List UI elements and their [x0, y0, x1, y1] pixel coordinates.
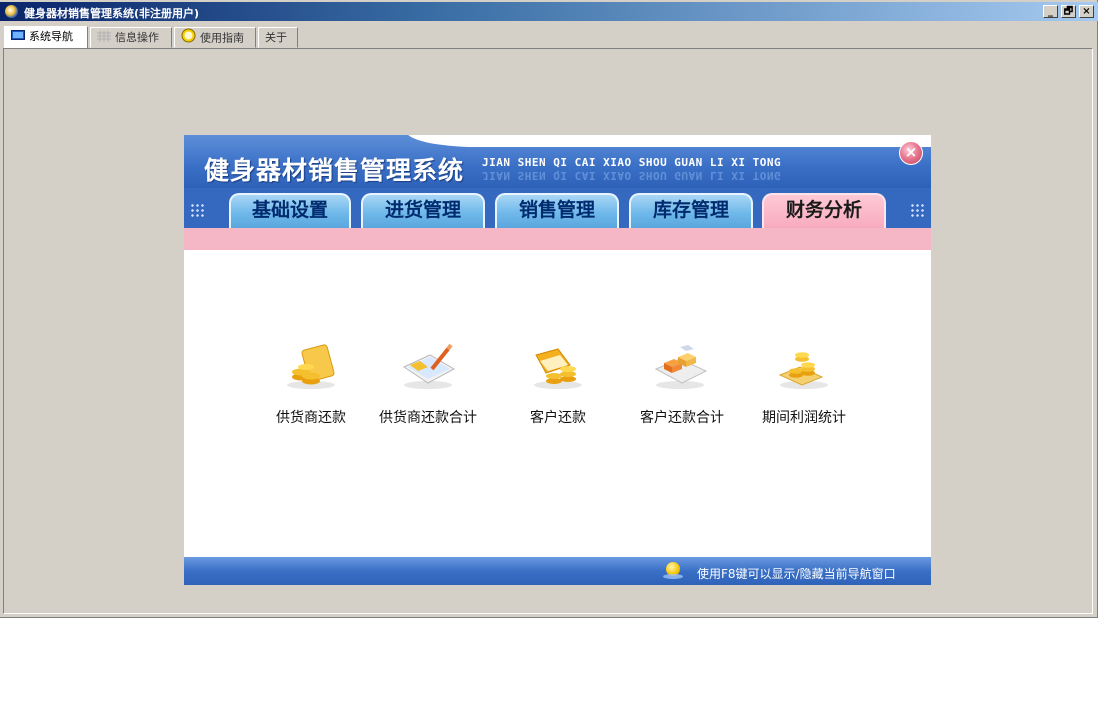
grip-dots-icon	[910, 203, 924, 217]
tab-about[interactable]: 关于	[258, 27, 298, 48]
tab-user-guide[interactable]: 使用指南	[174, 27, 256, 48]
nav-tab-inventory[interactable]: 库存管理	[629, 193, 753, 228]
boxes-icon	[650, 341, 710, 391]
restore-button[interactable]: 🗗	[1061, 5, 1076, 18]
tab-label: 使用指南	[200, 31, 244, 45]
item-label: 客户还款	[530, 410, 586, 426]
item-supplier-repayment[interactable]: 供货商还款	[251, 341, 371, 431]
tab-label: 信息操作	[115, 31, 159, 44]
nav-tab-sales[interactable]: 销售管理	[495, 193, 619, 228]
item-customer-repayment[interactable]: 客户还款	[498, 341, 618, 431]
coins-pile-icon	[774, 341, 834, 391]
clock-icon	[181, 28, 196, 49]
nav-tab-finance[interactable]: 财务分析	[762, 193, 886, 231]
system-title: 健身器材销售管理系统	[204, 156, 465, 185]
tab-system-nav[interactable]: 系统导航	[4, 26, 88, 49]
card-coins-icon	[281, 341, 341, 391]
tab-info-ops[interactable]: 信息操作	[90, 27, 172, 48]
lightbulb-icon	[663, 562, 683, 579]
item-period-profit-stats[interactable]: 期间利润统计	[744, 341, 864, 431]
module-nav-bar: 基础设置 进货管理 销售管理 库存管理 财务分析	[184, 188, 931, 231]
close-window-button[interactable]: ×	[1079, 5, 1094, 18]
system-pinyin-reflection: JIAN SHEN QI CAI XIAO SHOU GUAN LI XI TO…	[482, 169, 782, 182]
tab-label: 系统导航	[29, 30, 73, 43]
window-title: 健身器材销售管理系统(非注册用户)	[24, 7, 200, 20]
item-label: 客户还款合计	[640, 410, 724, 426]
item-label: 期间利润统计	[762, 410, 846, 426]
coins-stack-icon	[528, 341, 588, 391]
title-bar: 健身器材销售管理系统(非注册用户) _ 🗗 ×	[0, 2, 1098, 21]
f8-hint: 使用F8键可以显示/隐藏当前导航窗口	[697, 567, 896, 581]
panel-header: 健身器材销售管理系统 JIAN SHEN QI CAI XIAO SHOU GU…	[184, 135, 931, 188]
grip-dots-icon	[190, 203, 204, 217]
system-pinyin: JIAN SHEN QI CAI XIAO SHOU GUAN LI XI TO…	[482, 156, 782, 169]
monitor-icon	[11, 28, 25, 47]
minimize-button[interactable]: _	[1043, 5, 1058, 18]
item-customer-repayment-total[interactable]: 客户还款合计	[622, 341, 742, 431]
tab-label: 关于	[265, 31, 287, 44]
document-pen-icon	[398, 341, 458, 391]
item-label: 供货商还款合计	[379, 410, 477, 426]
panel-footer: 使用F8键可以显示/隐藏当前导航窗口	[184, 557, 931, 585]
grid-icon	[97, 29, 111, 48]
sub-nav-strip	[184, 228, 931, 250]
item-label: 供货商还款	[276, 410, 346, 426]
app-icon	[5, 5, 18, 18]
nav-tab-purchase[interactable]: 进货管理	[361, 193, 485, 228]
close-nav-button[interactable]: ×	[899, 141, 923, 165]
navigation-panel: 健身器材销售管理系统 JIAN SHEN QI CAI XIAO SHOU GU…	[184, 135, 931, 585]
nav-tab-basic-settings[interactable]: 基础设置	[229, 193, 351, 228]
item-supplier-repayment-total[interactable]: 供货商还款合计	[368, 341, 488, 431]
header-decoration	[406, 135, 931, 147]
